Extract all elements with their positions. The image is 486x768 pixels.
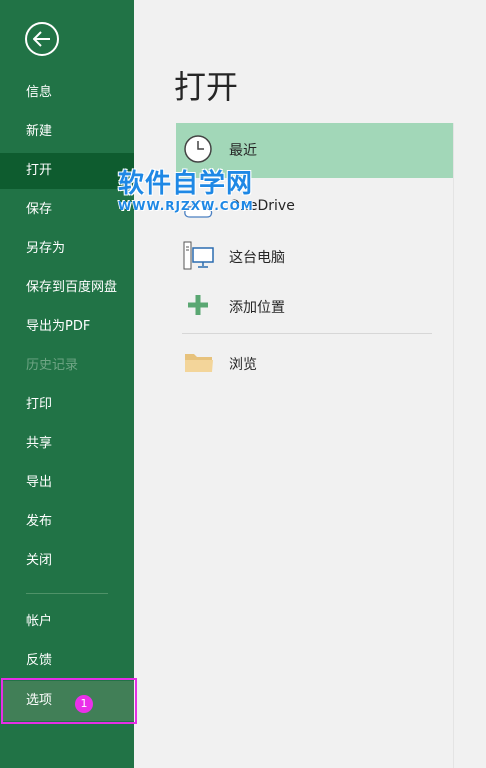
sidebar-divider [26,593,108,594]
panel-edge [453,123,454,768]
watermark-main: 软件自学网 [118,169,254,199]
sidebar-item-export[interactable]: 导出 [0,465,134,501]
location-this-pc[interactable]: 这台电脑 [176,231,453,281]
locations-divider [182,333,432,334]
page-title: 打开 [174,68,239,106]
watermark: 软件自学网 WWW.RJZXW.COM [118,170,254,213]
sidebar-item-publish[interactable]: 发布 [0,504,134,540]
sidebar-item-save-as[interactable]: 另存为 [0,231,134,267]
location-label: 添加位置 [229,300,285,316]
backstage-sidebar: 信息 新建 打开 保存 另存为 保存到百度网盘 导出为PDF 历史记录 打印 共… [0,0,134,768]
sidebar-item-export-pdf[interactable]: 导出为PDF [0,309,134,345]
sidebar-item-history: 历史记录 [26,358,79,373]
annotation-step-badge: 1 [75,695,93,713]
back-arrow-icon [33,31,50,47]
sidebar-item-save-to-baidu[interactable]: 保存到百度网盘 [0,270,134,306]
watermark-sub: WWW.RJZXW.COM [118,199,254,213]
sidebar-item-save[interactable]: 保存 [0,192,134,228]
sidebar-item-print[interactable]: 打印 [0,387,134,423]
clock-icon [184,135,212,163]
annotation-highlight-box [1,678,137,724]
location-add-place[interactable]: 添加位置 [176,281,453,331]
location-label: 最近 [229,143,257,159]
sidebar-item-open[interactable]: 打开 [0,153,134,189]
sidebar-item-new[interactable]: 新建 [0,114,134,150]
computer-icon [183,241,214,270]
sidebar-item-share[interactable]: 共享 [0,426,134,462]
sidebar-item-account[interactable]: 帐户 [0,604,134,640]
sidebar-item-feedback[interactable]: 反馈 [0,643,134,679]
sidebar-item-info[interactable]: 信息 [0,75,134,111]
location-label: 这台电脑 [229,250,285,266]
back-button[interactable] [25,22,59,56]
folder-icon [185,354,213,372]
location-label: 浏览 [229,357,257,373]
location-browse[interactable]: 浏览 [176,338,453,388]
sidebar-item-close[interactable]: 关闭 [0,543,134,579]
plus-icon [188,295,208,315]
